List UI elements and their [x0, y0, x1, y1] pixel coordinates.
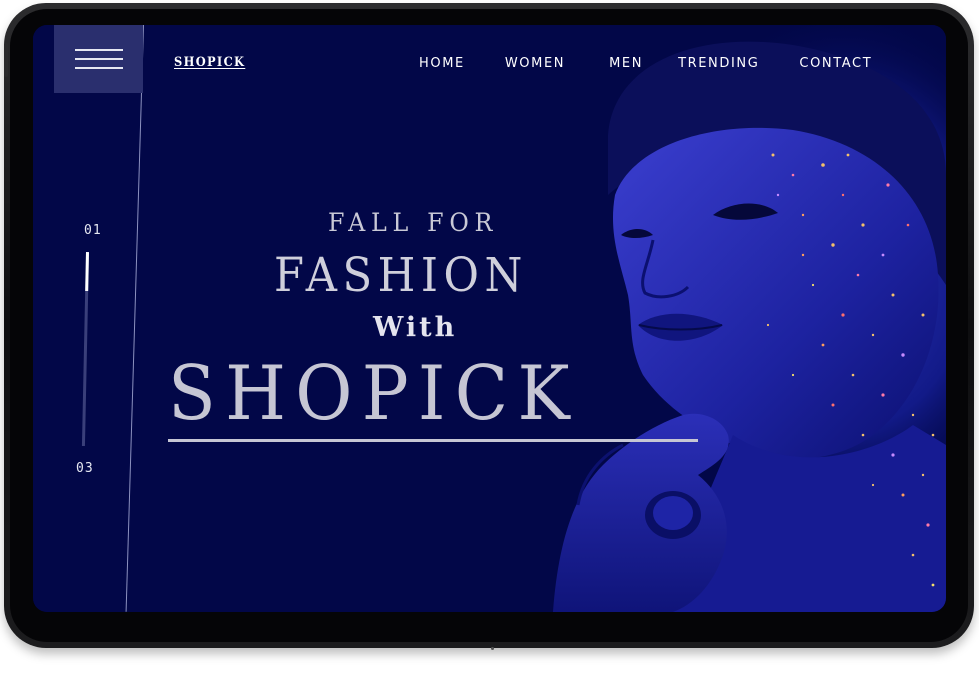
slide-current-number: 01 [84, 223, 102, 238]
nav-item-home[interactable]: HOME [419, 56, 465, 71]
nav-item-women[interactable]: WOMEN [505, 56, 565, 71]
screen: SHOPICK HOME WOMEN MEN TRENDING CONTACT … [33, 25, 946, 612]
menu-button[interactable] [54, 25, 143, 93]
hero-portrait-image [33, 25, 946, 612]
hamburger-icon [74, 49, 123, 69]
nav-item-men[interactable]: MEN [609, 56, 643, 71]
slide-last-number: 03 [76, 461, 94, 476]
device-microphone [491, 647, 494, 650]
main-nav: HOME WOMEN MEN TRENDING CONTACT [419, 56, 872, 71]
device-side-button [4, 43, 8, 77]
brand-logo[interactable]: SHOPICK [174, 55, 245, 70]
nav-item-contact[interactable]: CONTACT [799, 56, 872, 71]
nav-item-trending[interactable]: TRENDING [678, 56, 759, 71]
